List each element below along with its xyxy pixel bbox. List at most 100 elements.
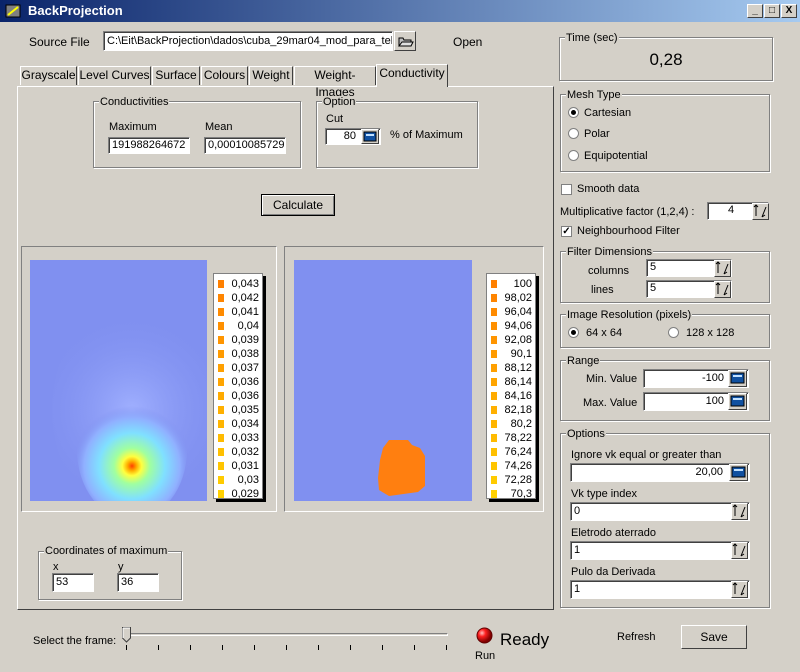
open-folder-button[interactable] [394,31,416,51]
calculator-icon [731,466,746,478]
mean-label: Mean [205,121,233,133]
left-scale-row: 0,04 [214,319,262,333]
right-scale-swatch [491,434,497,442]
frame-slider-tick [222,645,223,650]
right-scale-swatch [491,462,497,470]
mesh-type-title: Mesh Type [566,89,622,101]
calculate-button[interactable]: Calculate [261,194,335,216]
right-scale-swatch [491,448,497,456]
right-scale-row: 70,3 [487,487,535,501]
pulo-derivada-spinner[interactable] [731,581,748,598]
cut-calculator-button[interactable] [361,129,379,144]
x-field[interactable]: 53 [52,573,94,592]
columns-spinner[interactable] [714,260,731,277]
frame-slider-tick [126,645,127,650]
tab-conductivity[interactable]: Conductivity [376,64,448,87]
left-scale-row: 0,038 [214,347,262,361]
left-scale-label: 0,039 [231,334,259,346]
max-value-calculator-button[interactable] [728,393,747,410]
tab-weight[interactable]: Weight [249,66,293,85]
lines-spinner[interactable] [714,281,731,298]
minimize-button[interactable]: _ [747,4,763,18]
multiplicative-factor-label: Multiplicative factor (1,2,4) : [560,206,695,218]
tab-weight-images[interactable]: Weight-Images [294,66,376,99]
frame-slider-track[interactable] [125,633,448,636]
right-scale-label: 84,16 [504,390,532,402]
mesh-cartesian-label: Cartesian [584,107,632,119]
right-scale-row: 78,22 [487,431,535,445]
pulo-derivada-field[interactable]: 1 [570,580,750,599]
right-scale-label: 82,18 [504,404,532,416]
smooth-data-label: Smooth data [577,183,640,195]
right-scale-row: 76,24 [487,445,535,459]
tab-level-curves[interactable]: Level Curves [78,66,151,85]
eletrodo-aterrado-field[interactable]: 1 [570,541,750,560]
left-scale-row: 0,036 [214,375,262,389]
ignore-vk-calculator-button[interactable] [729,464,748,481]
time-title: Time (sec) [565,32,619,44]
left-scale-swatch [218,308,224,316]
source-file-input[interactable]: C:\Eit\BackProjection\dados\cuba_29mar04… [103,31,393,51]
thresholded-region [378,440,425,496]
right-scale-swatch [491,322,497,330]
left-scale-swatch [218,364,224,372]
multiplicative-spinner[interactable] [752,203,769,220]
close-button[interactable]: X [781,4,797,18]
smooth-data-checkbox[interactable] [561,184,572,195]
spinner-arrows-icon [753,204,767,218]
resolution-64-radio[interactable] [568,327,579,338]
left-scale-swatch [218,392,224,400]
left-scale-row: 0,035 [214,403,262,417]
mean-field[interactable]: 0,00010085729 [204,137,286,154]
neighbourhood-filter-label: Neighbourhood Filter [577,225,680,237]
neighbourhood-filter-checkbox[interactable]: ✓ [561,226,572,237]
vk-type-index-label: Vk type index [571,488,638,500]
frame-slider-tick [286,645,287,650]
min-value-calculator-button[interactable] [728,370,747,387]
right-scale-swatch [491,476,497,484]
option-title: Option [322,96,357,108]
mesh-equipotential-radio[interactable] [568,150,579,161]
right-scale-swatch [491,420,497,428]
spinner-arrows-icon [715,261,729,275]
vk-type-index-field[interactable]: 0 [570,502,750,521]
mesh-cartesian-radio[interactable] [568,107,579,118]
left-scale-label: 0,03 [237,474,259,486]
eletrodo-aterrado-spinner[interactable] [731,542,748,559]
tab-grayscale[interactable]: Grayscale [20,66,77,85]
frame-slider-thumb[interactable] [122,627,131,643]
right-scale-label: 70,3 [510,488,532,500]
right-scale-label: 98,02 [504,292,532,304]
left-scale-swatch [218,406,224,414]
left-scale-label: 0,034 [231,418,259,430]
mesh-polar-radio[interactable] [568,128,579,139]
left-scale-row: 0,032 [214,445,262,459]
ignore-vk-field[interactable]: 20,00 [570,463,750,482]
y-field[interactable]: 36 [117,573,159,592]
left-colorbar: 0,043 0,042 0,041 0,04 0,039 0,038 0,037 0,036 0… [213,273,263,500]
eletrodo-aterrado-label: Eletrodo aterrado [571,527,656,539]
right-scale-label: 76,24 [504,446,532,458]
range-title: Range [566,355,601,367]
right-scale-row: 84,16 [487,389,535,403]
left-scale-row: 0,033 [214,431,262,445]
right-scale-swatch [491,280,497,288]
resolution-128-radio[interactable] [668,327,679,338]
tab-surface[interactable]: Surface [152,66,200,85]
save-button[interactable]: Save [681,625,747,649]
right-scale-row: 90,1 [487,347,535,361]
right-scale-label: 92,08 [504,334,532,346]
left-scale-swatch [218,378,224,386]
spinner-arrows-icon [715,282,729,296]
spinner-arrows-icon [732,504,746,518]
vk-type-index-spinner[interactable] [731,503,748,520]
tab-colours[interactable]: Colours [201,66,248,85]
right-scale-label: 94,06 [504,320,532,332]
refresh-label: Refresh [617,631,656,643]
maximum-field[interactable]: 191988264672 [108,137,190,154]
run-label: Run [475,650,496,662]
mesh-polar-label: Polar [584,128,610,140]
maximize-button[interactable]: □ [764,4,780,18]
right-scale-row: 74,26 [487,459,535,473]
left-scale-label: 0,032 [231,446,259,458]
